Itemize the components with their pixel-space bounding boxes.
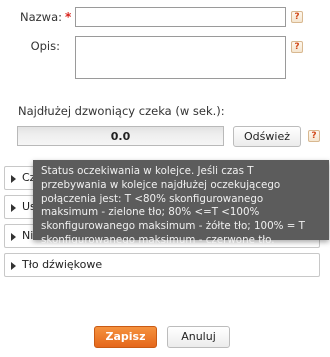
longest-wait-label: Najdłużej dzwoniący czeka (w sek.): xyxy=(18,104,225,118)
required-asterisk: * xyxy=(65,10,72,24)
refresh-help-icon[interactable]: ? xyxy=(308,130,320,142)
section-background-sound[interactable]: Tło dźwiękowe xyxy=(4,253,320,277)
save-button[interactable]: Zapisz xyxy=(94,326,157,348)
description-help-icon[interactable]: ? xyxy=(291,41,303,53)
help-tooltip: Status oczekiwania w kolejce. Jeśli czas… xyxy=(33,160,329,246)
name-input[interactable] xyxy=(75,7,286,27)
longest-wait-value: 0.0 xyxy=(17,126,224,146)
cancel-button[interactable]: Anuluj xyxy=(167,326,230,348)
triangle-right-icon xyxy=(11,204,16,212)
triangle-right-icon xyxy=(11,175,16,183)
triangle-right-icon xyxy=(11,233,16,241)
section-label: Tło dźwiękowe xyxy=(22,258,103,271)
name-help-icon[interactable]: ? xyxy=(291,11,303,23)
description-label: Opis: xyxy=(30,39,60,53)
refresh-button[interactable]: Odśwież xyxy=(233,126,301,147)
name-label: Nazwa: * xyxy=(20,10,72,24)
description-textarea[interactable] xyxy=(75,36,286,79)
triangle-right-icon xyxy=(11,262,16,270)
